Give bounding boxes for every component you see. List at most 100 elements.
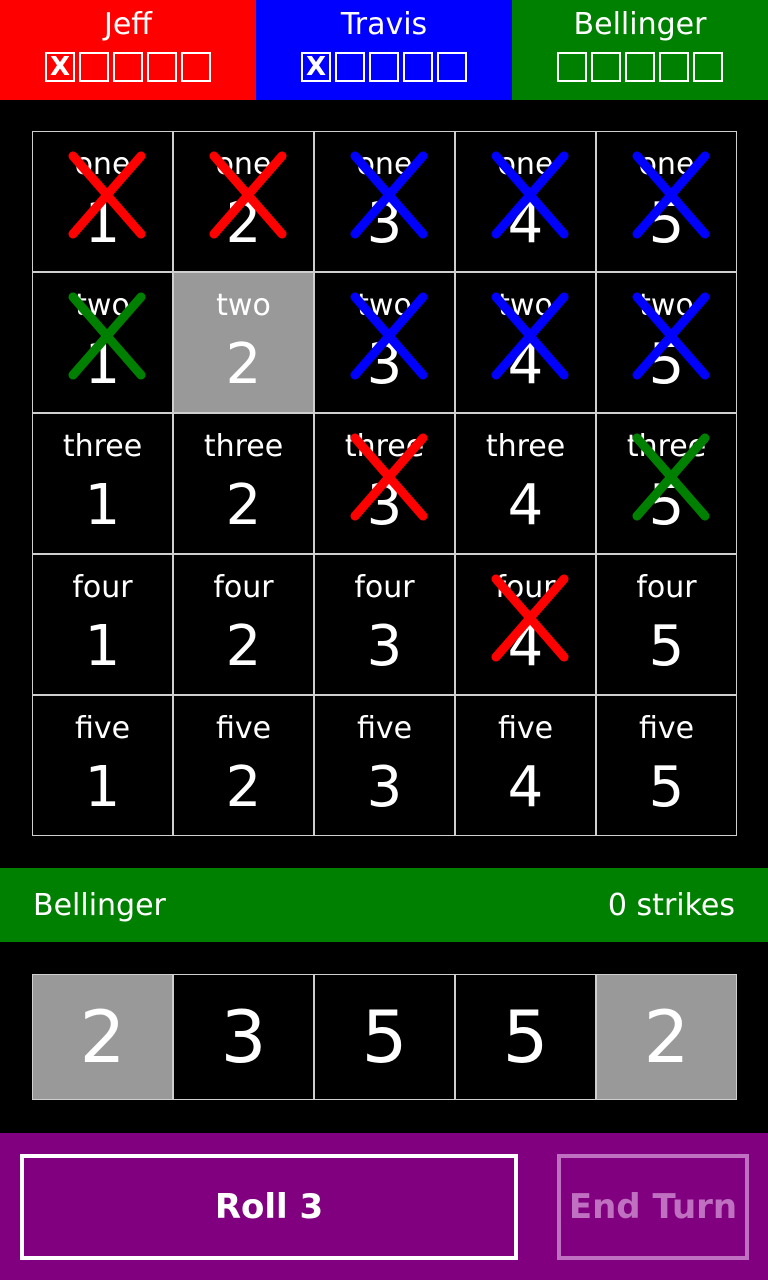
strike-boxes — [512, 52, 768, 82]
cell-number: 4 — [507, 614, 544, 679]
cell-word: two — [357, 288, 412, 323]
cell-word: two — [216, 288, 271, 323]
cell-word: five — [215, 711, 272, 746]
strike-box-filled: X — [45, 52, 75, 82]
current-player-name: Bellinger — [33, 887, 166, 923]
player-panel-jeff: Jeff X — [0, 0, 256, 100]
cell-word: five — [638, 711, 695, 746]
player-name: Bellinger — [573, 7, 707, 42]
cell-number: 5 — [648, 191, 685, 256]
cell-word: four — [354, 570, 415, 605]
cell-word: one — [356, 147, 413, 182]
end-turn-button[interactable]: End Turn — [557, 1154, 749, 1260]
cell-number: 1 — [84, 191, 121, 256]
cell-word: one — [638, 147, 695, 182]
strike-box-filled: X — [301, 52, 331, 82]
die-3[interactable]: 5 — [314, 974, 455, 1100]
strike-box-empty — [591, 52, 621, 82]
board-cell-three-4[interactable]: three 4 — [455, 413, 596, 554]
strike-box-empty — [335, 52, 365, 82]
board-cell-four-4[interactable]: four 4 — [455, 554, 596, 695]
player-scoreboard: Jeff X Travis X Bellinger — [0, 0, 768, 100]
die-5[interactable]: 2 — [596, 974, 737, 1100]
board-cell-one-2[interactable]: one 2 — [173, 131, 314, 272]
strike-box-empty — [403, 52, 433, 82]
cell-number: 5 — [648, 473, 685, 538]
board-cell-three-1[interactable]: three 1 — [32, 413, 173, 554]
cell-number: 3 — [366, 473, 403, 538]
strike-boxes: X — [0, 52, 256, 82]
strike-boxes: X — [256, 52, 512, 82]
cell-number: 1 — [84, 332, 121, 397]
strike-box-empty — [693, 52, 723, 82]
board-cell-one-5[interactable]: one 5 — [596, 131, 737, 272]
board-cell-four-5[interactable]: four 5 — [596, 554, 737, 695]
board-cell-five-2[interactable]: five 2 — [173, 695, 314, 836]
strike-count: 0 strikes — [607, 887, 735, 923]
cell-word: four — [213, 570, 274, 605]
board-cell-one-4[interactable]: one 4 — [455, 131, 596, 272]
die-4[interactable]: 5 — [455, 974, 596, 1100]
strike-box-empty — [79, 52, 109, 82]
cell-number: 3 — [366, 332, 403, 397]
board-cell-two-1[interactable]: two 1 — [32, 272, 173, 413]
player-name: Travis — [340, 7, 428, 42]
player-name: Jeff — [104, 7, 152, 42]
board-cell-two-5[interactable]: two 5 — [596, 272, 737, 413]
die-1[interactable]: 2 — [32, 974, 173, 1100]
cell-number: 3 — [366, 755, 403, 820]
cell-word: one — [215, 147, 272, 182]
cell-number: 5 — [648, 332, 685, 397]
board-cell-five-1[interactable]: five 1 — [32, 695, 173, 836]
board-cell-four-3[interactable]: four 3 — [314, 554, 455, 695]
die-2[interactable]: 3 — [173, 974, 314, 1100]
current-turn-bar: Bellinger 0 strikes — [0, 868, 768, 942]
player-panel-bellinger: Bellinger — [512, 0, 768, 100]
strike-box-empty — [147, 52, 177, 82]
cell-number: 2 — [225, 332, 262, 397]
cell-word: two — [498, 288, 553, 323]
strike-box-empty — [113, 52, 143, 82]
board-cell-three-5[interactable]: three 5 — [596, 413, 737, 554]
cell-number: 1 — [84, 473, 121, 538]
cell-number: 4 — [507, 332, 544, 397]
cell-number: 4 — [507, 755, 544, 820]
board-cell-five-3[interactable]: five 3 — [314, 695, 455, 836]
cell-number: 2 — [225, 191, 262, 256]
cell-word: five — [356, 711, 413, 746]
cell-number: 1 — [84, 755, 121, 820]
board-cell-two-2[interactable]: two 2 — [173, 272, 314, 413]
strike-box-empty — [369, 52, 399, 82]
cell-number: 3 — [366, 614, 403, 679]
cell-word: three — [344, 429, 425, 464]
cell-number: 2 — [225, 755, 262, 820]
board-cell-one-3[interactable]: one 3 — [314, 131, 455, 272]
cell-word: three — [485, 429, 566, 464]
cell-number: 5 — [648, 755, 685, 820]
cell-number: 3 — [366, 191, 403, 256]
dice-tray: 23552 — [32, 974, 737, 1100]
roll-button[interactable]: Roll 3 — [20, 1154, 518, 1260]
board-cell-three-3[interactable]: three 3 — [314, 413, 455, 554]
cell-number: 2 — [225, 473, 262, 538]
board-cell-four-1[interactable]: four 1 — [32, 554, 173, 695]
cell-word: two — [75, 288, 130, 323]
board-cell-three-2[interactable]: three 2 — [173, 413, 314, 554]
game-board: one 1 one 2 one 3 one 4 one 5 two 1 two 2 two 3 two 4 two 5… — [32, 131, 737, 836]
cell-number: 2 — [225, 614, 262, 679]
board-cell-five-4[interactable]: five 4 — [455, 695, 596, 836]
cell-word: five — [74, 711, 131, 746]
board-cell-four-2[interactable]: four 2 — [173, 554, 314, 695]
strike-box-empty — [557, 52, 587, 82]
cell-number: 4 — [507, 191, 544, 256]
board-cell-two-4[interactable]: two 4 — [455, 272, 596, 413]
board-cell-five-5[interactable]: five 5 — [596, 695, 737, 836]
board-cell-two-3[interactable]: two 3 — [314, 272, 455, 413]
cell-number: 1 — [84, 614, 121, 679]
cell-word: one — [497, 147, 554, 182]
cell-word: four — [72, 570, 133, 605]
board-cell-one-1[interactable]: one 1 — [32, 131, 173, 272]
cell-word: one — [74, 147, 131, 182]
strike-box-empty — [659, 52, 689, 82]
cell-word: five — [497, 711, 554, 746]
